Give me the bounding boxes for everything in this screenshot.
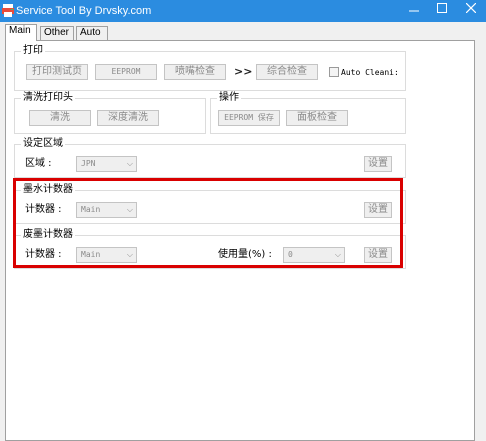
region-group-title: 设定区域 [21, 138, 65, 150]
clean-head-group-title: 清洗打印头 [21, 92, 75, 104]
close-button[interactable] [456, 0, 486, 20]
clean-head-group: 清洗打印头 清洗 深度清洗 [14, 92, 206, 134]
chevron-down-icon: ⌵ [126, 159, 133, 168]
clean-button[interactable]: 清洗 [29, 110, 91, 126]
print-group-title: 打印 [21, 45, 45, 57]
tab-auto[interactable]: Auto [76, 26, 108, 40]
print-group: 打印 打印测试页 EEPROM 喷嘴检查 >> 综合检查 Auto Cleani… [14, 45, 406, 91]
nozzle-check-button[interactable]: 喷嘴检查 [164, 64, 226, 80]
arrows-indicator: >> [234, 65, 253, 78]
region-label: 区域 : [25, 158, 52, 169]
app-printer-icon [2, 4, 14, 17]
panel-check-button[interactable]: 面板检查 [286, 110, 348, 126]
eeprom-button[interactable]: EEPROM [95, 64, 157, 80]
maximize-button[interactable] [428, 0, 456, 20]
maximize-icon [437, 3, 447, 13]
region-set-button[interactable]: 设置 [364, 156, 392, 172]
operation-group-title: 操作 [217, 92, 241, 104]
operation-group: 操作 EEPROM 保存 面板检查 [210, 92, 406, 134]
tab-other[interactable]: Other [40, 26, 74, 40]
eeprom-save-button[interactable]: EEPROM 保存 [218, 110, 280, 126]
app-window: Service Tool By Drvsky.com Main Other Au… [0, 0, 486, 441]
print-test-page-button[interactable]: 打印测试页 [26, 64, 88, 80]
combined-check-button[interactable]: 综合检查 [256, 64, 318, 80]
region-select-value: JPN [81, 159, 96, 168]
region-select[interactable]: JPN ⌵ [76, 156, 137, 172]
tab-main[interactable]: Main [5, 24, 37, 41]
title-bar: Service Tool By Drvsky.com [0, 0, 486, 22]
minimize-button[interactable] [400, 0, 428, 20]
auto-clean-checkbox[interactable] [329, 67, 339, 77]
region-group: 设定区域 区域 : JPN ⌵ 设置 [14, 138, 406, 178]
window-title: Service Tool By Drvsky.com [16, 5, 152, 17]
highlight-annotation-box [13, 178, 403, 268]
minimize-icon [409, 10, 419, 12]
close-icon [465, 2, 477, 14]
deep-clean-button[interactable]: 深度清洗 [97, 110, 159, 126]
auto-clean-label: Auto Cleani: [341, 68, 399, 77]
